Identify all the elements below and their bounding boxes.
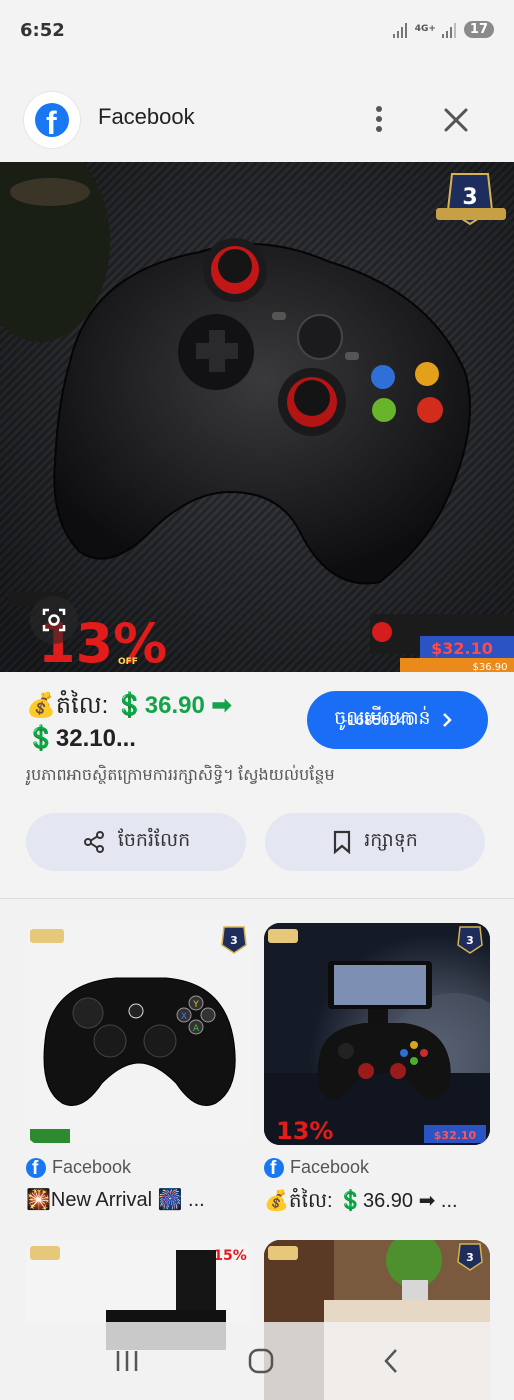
svg-text:Y: Y [192,1000,199,1010]
save-label: រក្សាទុក [364,830,418,851]
close-icon[interactable] [440,104,472,136]
home-icon[interactable] [247,1347,275,1375]
result-2-discount: 13% [276,1117,333,1145]
price-line: 💰តំលៃ: 💲36.90 ➡ [26,690,232,725]
copyright-notice[interactable]: រូបភាពអាចស្ថិតក្រោមការរក្សាសិទ្ធិ។ ស្វែង… [26,764,335,788]
price-new: 💲32.10... [26,725,136,752]
visit-overlap-text: -16850240 [342,711,415,729]
system-nav-bar [0,1322,514,1400]
recent-apps-icon[interactable] [113,1348,141,1374]
price-old: 💲36.90 ➡ [114,692,232,719]
signal-icon-2 [441,22,458,38]
share-button[interactable]: ចែករំលែក [26,813,246,871]
status-time: 6:52 [20,20,65,41]
price-label: 💰តំលៃ: [26,692,115,719]
result-1-badge: 3 [230,934,238,947]
network-type: 4G+ [414,24,436,34]
result-image-1[interactable]: 3 Y X A [26,923,252,1145]
battery-level: 17 [463,21,494,38]
svg-text:X: X [181,1012,187,1022]
header: f Facebook [0,62,514,162]
status-icons: 4G+ 17 [392,21,494,38]
result-source-2[interactable]: f Facebook [264,1157,369,1178]
lens-icon [42,608,66,632]
facebook-icon: f [35,103,69,137]
image-price-old: $36.90 [473,662,508,672]
result-image-2[interactable]: 3 13% $32.10 [264,923,490,1145]
top-badge-number: 3 [462,185,477,210]
chevron-right-icon [442,713,452,727]
result-2-price-tag: $32.10 [434,1129,477,1142]
product-image[interactable]: 3 13% OFF $32.10 $36.90 [0,162,514,672]
facebook-icon: f [26,1157,46,1178]
result-source-1[interactable]: f Facebook [26,1157,131,1178]
signal-icon [392,22,409,38]
save-button[interactable]: រក្សាទុក [265,813,485,871]
facebook-icon: f [264,1157,284,1178]
share-label: ចែករំលែក [117,830,191,851]
facebook-logo[interactable]: f [24,92,80,148]
result-source-label: Facebook [290,1157,370,1177]
share-icon [83,831,104,853]
more-options-icon[interactable] [368,102,390,136]
status-bar: 6:52 4G+ 17 [0,0,514,62]
result-title-2[interactable]: 💰តំលៃ: 💲36.90 ➡ ... [264,1187,490,1217]
result-3-discount: 15% [213,1248,247,1264]
svg-text:A: A [193,1024,200,1034]
bookmark-icon [334,830,351,854]
result-4-badge: 3 [466,1251,474,1264]
discount-off: OFF [118,657,138,667]
result-title-1[interactable]: 🎇New Arrival 🎆 ... [26,1187,256,1212]
result-2-badge: 3 [466,934,474,947]
result-source-label: Facebook [52,1157,132,1177]
image-price-tag: $32.10 [431,639,493,658]
source-title: Facebook [98,104,195,129]
lens-search-button[interactable] [30,596,78,644]
visit-button[interactable]: -16850240 ចូលមើលកាន់ [307,691,488,749]
back-icon[interactable] [381,1347,401,1375]
product-info: 💰តំលៃ: 💲36.90 ➡ 💲32.10... -16850240 ចូលម… [0,672,514,898]
